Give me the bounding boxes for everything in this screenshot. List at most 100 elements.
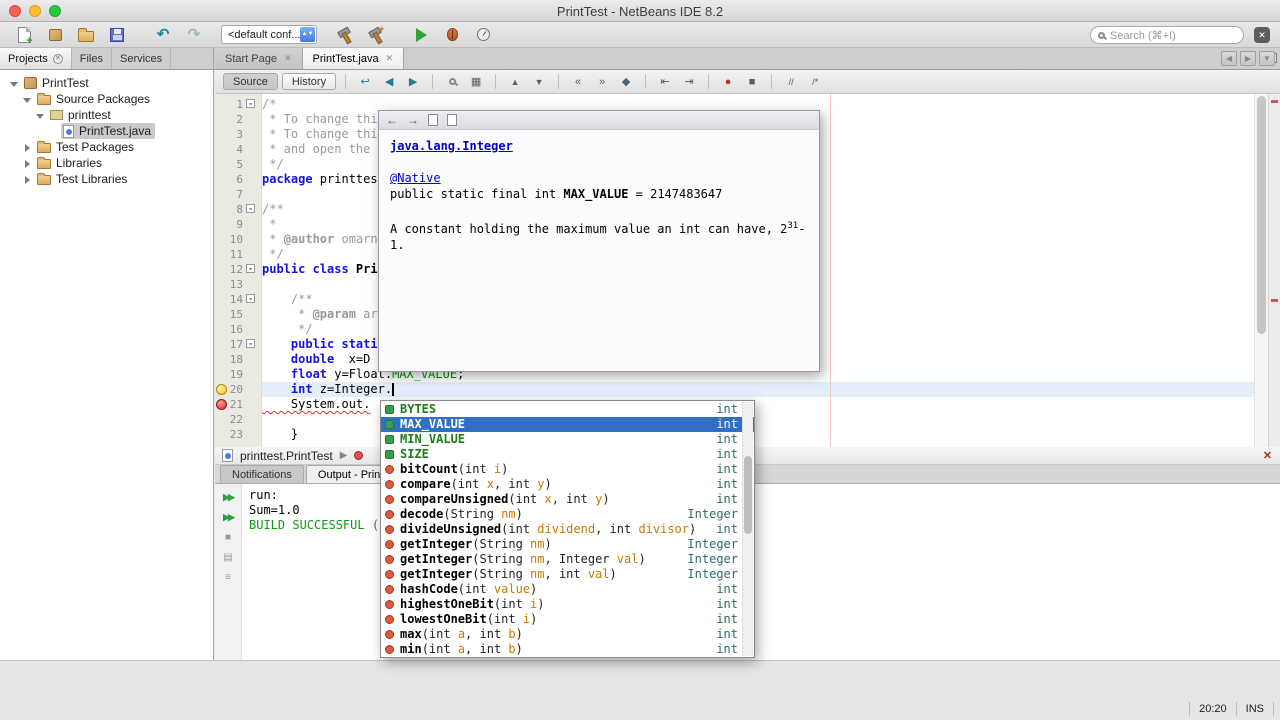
- javadoc-forward-icon[interactable]: →: [407, 114, 419, 126]
- completion-item-decode[interactable]: decode(String nm) Integer: [381, 507, 754, 522]
- close-tab-icon[interactable]: ✕: [386, 53, 394, 64]
- error-stripe-mark[interactable]: [1271, 100, 1278, 103]
- previous-occurrence-icon[interactable]: ▲: [505, 73, 525, 91]
- error-glyph-icon[interactable]: [216, 399, 227, 410]
- find-selection-icon[interactable]: [442, 73, 462, 91]
- tree-item-test-libraries[interactable]: Test Libraries: [0, 171, 213, 187]
- expand-arrow-icon[interactable]: [23, 175, 32, 184]
- panel-tab-files[interactable]: Files: [72, 48, 112, 69]
- collapse-arrow-icon[interactable]: [36, 111, 45, 120]
- javadoc-back-icon[interactable]: ←: [386, 114, 398, 126]
- fold-collapse-icon[interactable]: [246, 339, 255, 348]
- completion-item-bytes[interactable]: BYTES int: [381, 402, 754, 417]
- uncomment-icon[interactable]: /*: [805, 73, 825, 91]
- panel-tab-services[interactable]: Services: [112, 48, 172, 69]
- save-all-button[interactable]: [105, 25, 129, 45]
- scrollbar-thumb[interactable]: [1257, 96, 1266, 334]
- panel-tab-projects[interactable]: Projects ✕: [0, 48, 72, 69]
- javadoc-open-browser-icon[interactable]: [428, 114, 438, 126]
- scroll-tabs-right-icon[interactable]: ▶: [1240, 51, 1256, 66]
- comment-icon[interactable]: //: [781, 73, 801, 91]
- completion-scrollbar[interactable]: [742, 402, 753, 656]
- completion-item-max-value[interactable]: MAX_VALUE int: [381, 417, 754, 432]
- fold-collapse-icon[interactable]: [246, 99, 255, 108]
- next-occurrence-icon[interactable]: ▼: [529, 73, 549, 91]
- tree-item-printtest[interactable]: printtest: [0, 107, 213, 123]
- completion-item-getinteger[interactable]: getInteger(String nm) Integer: [381, 537, 754, 552]
- javadoc-pin-icon[interactable]: [447, 114, 457, 126]
- config-select[interactable]: <default conf... ▲▼: [221, 25, 317, 44]
- fold-collapse-icon[interactable]: [246, 264, 255, 273]
- output-text[interactable]: run: Sum=1.0 BUILD SUCCESSFUL (: [249, 488, 379, 533]
- open-project-button[interactable]: [74, 25, 98, 45]
- completion-item-divideunsigned[interactable]: divideUnsigned(int dividend, int divisor…: [381, 522, 754, 537]
- run-project-button[interactable]: [409, 25, 433, 45]
- error-stripe-mark[interactable]: [1271, 299, 1278, 302]
- tree-item-printtest-java[interactable]: PrintTest.java: [0, 123, 213, 139]
- tree-item-source-packages[interactable]: Source Packages: [0, 91, 213, 107]
- completion-item-min-value[interactable]: MIN_VALUE int: [381, 432, 754, 447]
- completion-item-getinteger[interactable]: getInteger(String nm, Integer val) Intege…: [381, 552, 754, 567]
- completion-item-hashcode[interactable]: hashCode(int value) int: [381, 582, 754, 597]
- stop-build-button[interactable]: ■: [219, 530, 237, 545]
- expand-arrow-icon[interactable]: [23, 159, 32, 168]
- highlight-occurrences-icon[interactable]: ▦: [466, 73, 486, 91]
- completion-item-compare[interactable]: compare(int x, int y) int: [381, 477, 754, 492]
- tab-list-icon[interactable]: ▼: [1259, 51, 1275, 66]
- code-line-20[interactable]: int z=Integer.: [262, 382, 1254, 397]
- javadoc-class-link[interactable]: java.lang.Integer: [390, 139, 513, 153]
- profile-project-button[interactable]: [471, 25, 495, 45]
- new-project-button[interactable]: [43, 25, 67, 45]
- rerun-debug-button[interactable]: ▶▶: [219, 510, 237, 525]
- record-macro-icon[interactable]: ●: [718, 73, 738, 91]
- last-edit-icon[interactable]: ↩: [355, 73, 375, 91]
- document-tab-start-page[interactable]: Start Page ✕: [215, 48, 303, 69]
- javadoc-annotation-link[interactable]: @Native: [390, 171, 441, 185]
- close-output-button[interactable]: ✕: [1260, 448, 1275, 463]
- tree-item-libraries[interactable]: Libraries: [0, 155, 213, 171]
- tree-item-test-packages[interactable]: Test Packages: [0, 139, 213, 155]
- breadcrumb[interactable]: printtest.PrintTest: [240, 449, 333, 463]
- output-settings-button[interactable]: ≡: [219, 570, 237, 585]
- completion-item-max[interactable]: max(int a, int b) int: [381, 627, 754, 642]
- expand-arrow-icon[interactable]: [23, 143, 32, 152]
- redo-button[interactable]: ↷: [182, 25, 206, 45]
- close-tab-icon[interactable]: ✕: [284, 53, 292, 64]
- shift-left-icon[interactable]: ⇤: [655, 73, 675, 91]
- error-stripe[interactable]: [1268, 94, 1280, 447]
- forward-icon[interactable]: ▶: [403, 73, 423, 91]
- toggle-bookmark-icon[interactable]: ◆: [616, 73, 636, 91]
- completion-item-bitcount[interactable]: bitCount(int i) int: [381, 462, 754, 477]
- history-view-button[interactable]: History: [281, 73, 337, 90]
- tree-item-printtest[interactable]: PrintTest: [0, 75, 213, 91]
- collapse-arrow-icon[interactable]: [10, 79, 19, 88]
- search-input[interactable]: Search (⌘+I): [1090, 26, 1244, 44]
- hint-lightbulb-icon[interactable]: [216, 384, 227, 395]
- stop-macro-icon[interactable]: ■: [742, 73, 762, 91]
- debug-project-button[interactable]: [440, 25, 464, 45]
- collapse-arrow-icon[interactable]: [23, 95, 32, 104]
- next-bookmark-icon[interactable]: »: [592, 73, 612, 91]
- build-project-button[interactable]: [332, 25, 356, 45]
- completion-item-compareunsigned[interactable]: compareUnsigned(int x, int y) int: [381, 492, 754, 507]
- completion-item-size[interactable]: SIZE int: [381, 447, 754, 462]
- scroll-tabs-left-icon[interactable]: ◀: [1221, 51, 1237, 66]
- document-tab-printtest-java[interactable]: PrintTest.java ✕: [302, 48, 405, 69]
- shift-right-icon[interactable]: ⇥: [679, 73, 699, 91]
- completion-item-highestonebit[interactable]: highestOneBit(int i) int: [381, 597, 754, 612]
- completion-scrollbar-thumb[interactable]: [744, 456, 752, 534]
- clean-build-button[interactable]: ✦: [363, 24, 387, 45]
- output-tab-notifications[interactable]: Notifications: [220, 465, 304, 483]
- quicksearch-close-button[interactable]: ✕: [1254, 27, 1270, 43]
- close-tab-icon[interactable]: ✕: [52, 53, 63, 64]
- source-view-button[interactable]: Source: [223, 73, 278, 90]
- fold-collapse-icon[interactable]: [246, 294, 255, 303]
- fold-collapse-icon[interactable]: [246, 204, 255, 213]
- clear-output-button[interactable]: ▤: [219, 550, 237, 565]
- back-icon[interactable]: ◀: [379, 73, 399, 91]
- rerun-button[interactable]: ▶▶: [219, 490, 237, 505]
- new-file-button[interactable]: [12, 25, 36, 47]
- previous-bookmark-icon[interactable]: «: [568, 73, 588, 91]
- undo-button[interactable]: ↶: [151, 25, 175, 45]
- editor-scrollbar[interactable]: [1254, 94, 1268, 447]
